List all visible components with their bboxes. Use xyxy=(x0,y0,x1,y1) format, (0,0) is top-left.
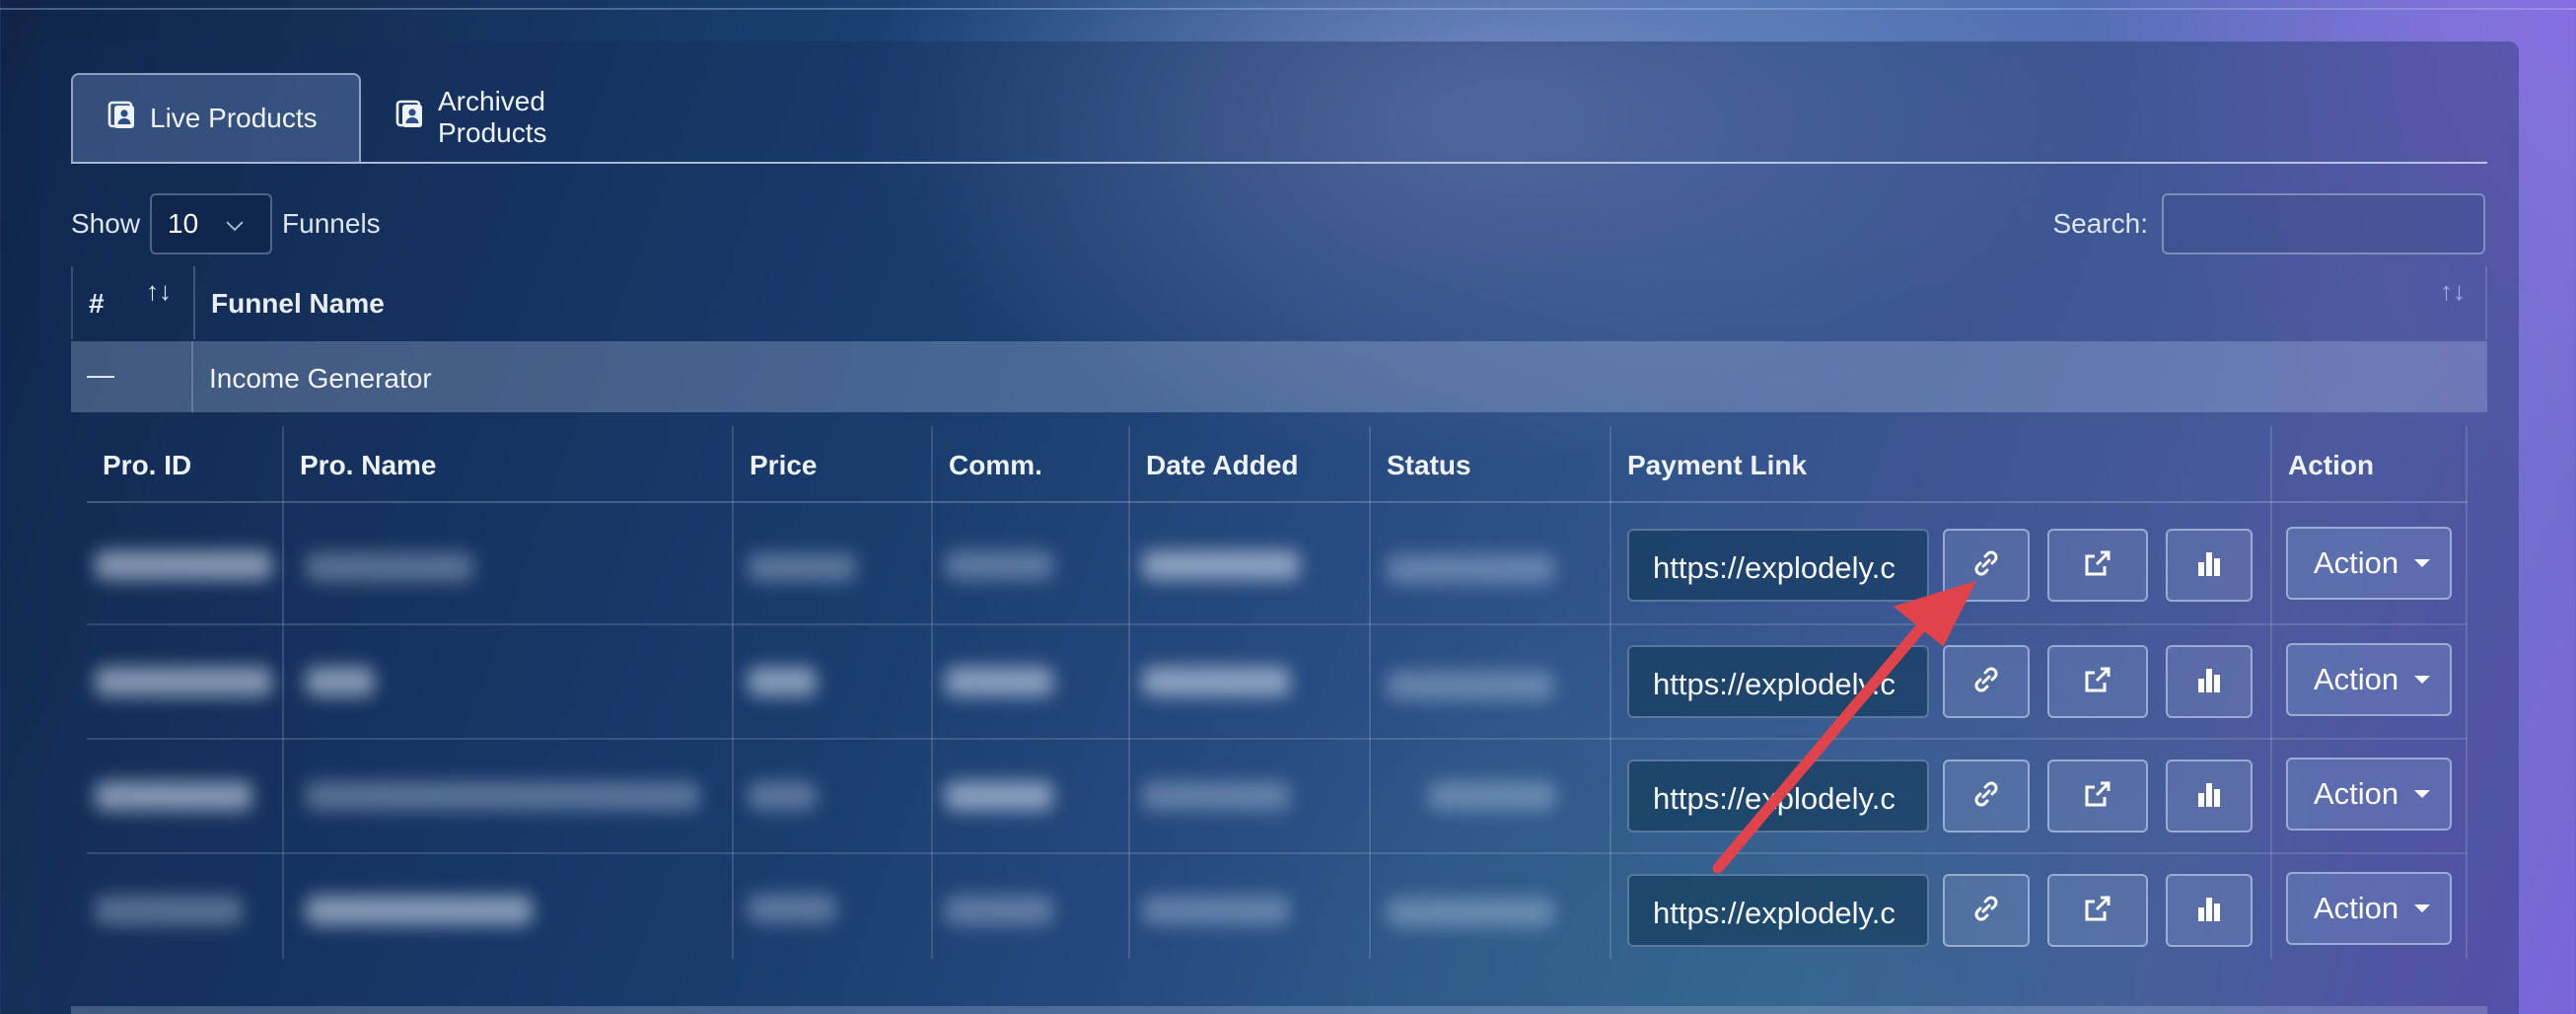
annotation-arrow xyxy=(1712,580,1976,874)
